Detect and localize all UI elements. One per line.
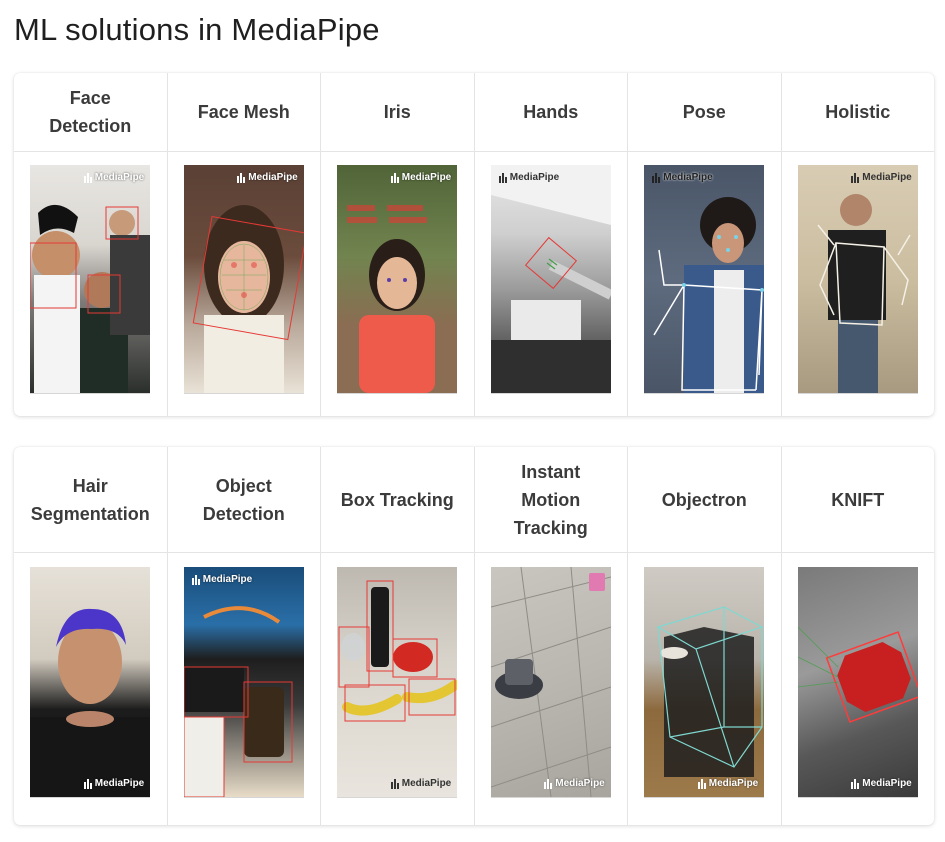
solution-label: KNIFT	[781, 447, 934, 553]
logo-text: MediaPipe	[862, 778, 912, 789]
solution-iris: Iris MediaPipe	[321, 73, 475, 416]
logo-text: MediaPipe	[708, 778, 759, 789]
solution-label: Hair Segmentation	[14, 447, 167, 553]
mediapipe-logo: MediaPipe	[83, 778, 145, 789]
hands-image[interactable]: MediaPipe	[490, 165, 611, 394]
solution-box-tracking: Box Tracking MediaPipe	[321, 447, 475, 825]
mediapipe-logo-icon	[390, 172, 399, 183]
logo-text: MediaPipe	[202, 574, 253, 585]
solution-label: Pose	[628, 73, 781, 152]
solution-hair-segmentation: Hair Segmentation MediaPipe	[14, 447, 168, 825]
logo-text: MediaPipe	[509, 172, 560, 183]
solution-label: Iris	[321, 73, 474, 152]
solution-face-detection: Face Detection MediaPipe	[14, 73, 168, 416]
logo-text: MediaPipe	[401, 778, 452, 789]
logo-text: MediaPipe	[663, 172, 713, 183]
solutions-table-1: Face Detection MediaPipe Face Mesh Media…	[14, 73, 934, 416]
holistic-image[interactable]: MediaPipe	[797, 165, 918, 394]
mediapipe-logo: MediaPipe	[498, 172, 560, 183]
solution-label: Objectron	[628, 447, 781, 553]
mediapipe-logo: MediaPipe	[544, 778, 605, 789]
knift-image[interactable]: MediaPipe	[797, 567, 918, 798]
iris-image[interactable]: MediaPipe	[337, 165, 458, 394]
solution-label: Holistic	[781, 73, 934, 152]
mediapipe-logo-icon	[697, 778, 706, 789]
solution-face-mesh: Face Mesh MediaPipe	[167, 73, 321, 416]
logo-text: MediaPipe	[401, 172, 452, 183]
face-detection-image[interactable]: MediaPipe	[30, 165, 151, 394]
solution-label: Object Detection	[167, 447, 320, 553]
mediapipe-logo-icon	[498, 172, 507, 183]
mediapipe-logo-icon	[544, 778, 553, 789]
logo-text: MediaPipe	[94, 172, 145, 183]
solutions-table-2: Hair Segmentation MediaPipe Object Detec…	[14, 447, 934, 825]
mediapipe-logo: MediaPipe	[237, 172, 298, 183]
mediapipe-logo: MediaPipe	[697, 778, 759, 789]
mediapipe-logo-icon	[83, 172, 92, 183]
box-tracking-image[interactable]: MediaPipe	[337, 567, 458, 798]
hair-segmentation-image[interactable]: MediaPipe	[30, 567, 151, 798]
mediapipe-logo-icon	[390, 778, 399, 789]
logo-text: MediaPipe	[555, 778, 605, 789]
page-title: ML solutions in MediaPipe	[14, 12, 380, 47]
mediapipe-logo: MediaPipe	[652, 172, 713, 183]
solution-label: Hands	[474, 73, 627, 152]
mediapipe-logo: MediaPipe	[191, 574, 253, 585]
instant-motion-tracking-image[interactable]: MediaPipe	[490, 567, 611, 798]
solution-hands: Hands MediaPipe	[474, 73, 628, 416]
mediapipe-logo: MediaPipe	[390, 778, 452, 789]
mediapipe-logo: MediaPipe	[851, 172, 912, 183]
mediapipe-logo-icon	[851, 172, 860, 183]
objectron-image[interactable]: MediaPipe	[644, 567, 765, 798]
solution-knift: KNIFT MediaPipe	[781, 447, 934, 825]
solution-holistic: Holistic MediaPipe	[781, 73, 934, 416]
pose-image[interactable]: MediaPipe	[644, 165, 765, 394]
mediapipe-logo: MediaPipe	[390, 172, 452, 183]
logo-text: MediaPipe	[862, 172, 912, 183]
solution-pose: Pose MediaPipe	[628, 73, 782, 416]
object-detection-image[interactable]: MediaPipe	[183, 567, 304, 798]
solution-instant-motion-tracking: Instant Motion Tracking MediaPipe	[474, 447, 628, 825]
logo-text: MediaPipe	[248, 172, 298, 183]
solution-object-detection: Object Detection MediaPipe	[167, 447, 321, 825]
mediapipe-logo-icon	[851, 778, 860, 789]
solution-label: Instant Motion Tracking	[474, 447, 627, 553]
solution-objectron: Objectron MediaPipe	[628, 447, 782, 825]
mediapipe-logo: MediaPipe	[83, 172, 145, 183]
mediapipe-logo-icon	[237, 172, 246, 183]
mediapipe-logo-icon	[83, 778, 92, 789]
solution-label: Face Mesh	[167, 73, 320, 152]
mediapipe-logo: MediaPipe	[851, 778, 912, 789]
logo-text: MediaPipe	[94, 778, 145, 789]
mediapipe-logo-icon	[652, 172, 661, 183]
solution-label: Box Tracking	[321, 447, 474, 553]
mediapipe-logo-icon	[191, 574, 200, 585]
face-mesh-image[interactable]: MediaPipe	[183, 165, 304, 394]
solution-label: Face Detection	[14, 73, 167, 152]
